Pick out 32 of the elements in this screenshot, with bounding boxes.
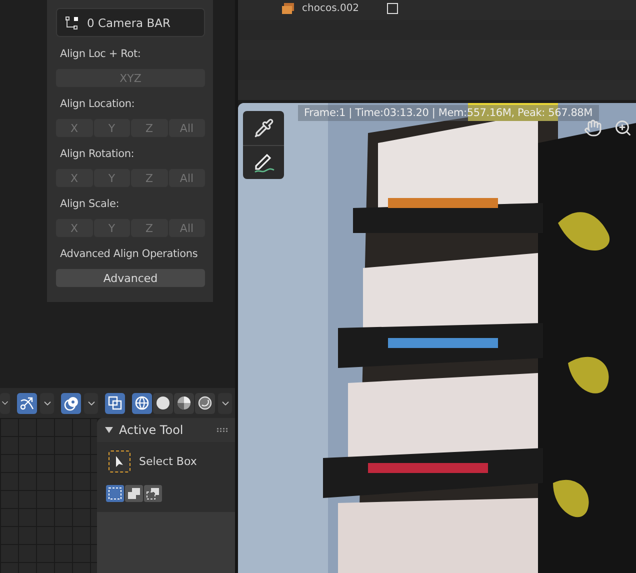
xray-toggle[interactable] (105, 392, 125, 414)
eyedropper-icon (254, 118, 274, 138)
dropdown-caret-icon[interactable] (84, 392, 98, 414)
hand-icon[interactable] (584, 119, 602, 137)
curves-toggle[interactable] (17, 392, 37, 414)
dropdown-caret-icon[interactable] (218, 392, 232, 414)
align-button[interactable]: Advanced (56, 269, 205, 287)
select-box-icon (108, 450, 131, 473)
rendered-shading-button[interactable] (195, 392, 215, 414)
object-field[interactable]: 0 Camera BAR (56, 8, 205, 37)
overlay-toggle[interactable] (61, 392, 81, 414)
zoom-icon[interactable] (614, 119, 632, 137)
panel-header[interactable]: Active Tool (97, 418, 235, 442)
section-label: Advanced Align Operations (60, 247, 198, 262)
extend-selection-mode-button[interactable] (125, 485, 143, 502)
material-shading-button[interactable] (174, 392, 194, 414)
section-label: Align Location: (60, 97, 135, 112)
outliner-item-label[interactable]: chocos.002 (302, 3, 360, 14)
section-label: Align Scale: (60, 197, 120, 212)
subtract-selection-mode-button[interactable] (144, 485, 162, 502)
wireframe-shading-button[interactable] (132, 392, 152, 414)
section-label: Align Loc + Rot: (60, 47, 141, 62)
object-icon (65, 16, 79, 30)
drag-handle-icon[interactable] (217, 428, 229, 432)
solid-shading-button[interactable] (153, 392, 173, 414)
collection-icon (282, 3, 294, 14)
checkbox[interactable] (387, 3, 398, 14)
panel-title: Active Tool (119, 423, 184, 437)
section-label: Align Rotation: (60, 147, 134, 162)
dropdown-caret-icon[interactable] (40, 392, 54, 414)
new-selection-mode-button[interactable] (106, 485, 124, 502)
dropdown-caret-icon[interactable] (0, 392, 10, 414)
